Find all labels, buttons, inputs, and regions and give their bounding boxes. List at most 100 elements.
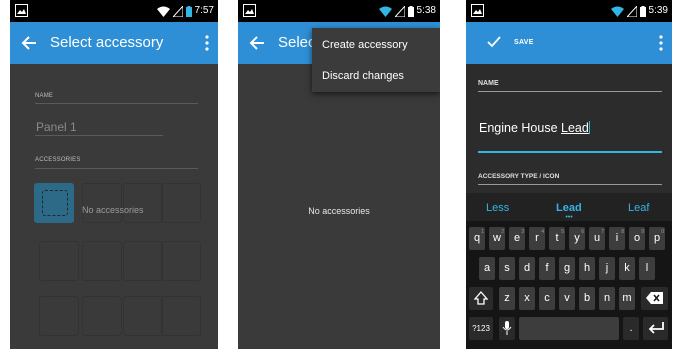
composing-word: Lead	[561, 121, 589, 135]
name-field[interactable]: Engine House Lead	[479, 121, 590, 135]
key-b[interactable]: b	[579, 287, 595, 310]
period-key[interactable]: .	[623, 317, 639, 340]
type-label: ACCESSORY TYPE / ICON	[478, 173, 560, 180]
key-l[interactable]: l	[639, 257, 655, 280]
overflow-menu-icon[interactable]	[204, 34, 210, 52]
suggestion-less[interactable]: Less	[486, 202, 509, 214]
shift-icon	[473, 291, 489, 305]
back-arrow-icon[interactable]	[248, 33, 266, 53]
key-v[interactable]: v	[559, 287, 575, 310]
key-hint-number: 1	[481, 229, 484, 235]
suggestion-strip: Less Lead ••• Leaf	[466, 193, 672, 221]
accessory-tile[interactable]	[123, 241, 163, 281]
key-m[interactable]: m	[619, 287, 635, 310]
overflow-menu-icon[interactable]	[658, 34, 664, 52]
key-o[interactable]: o9	[629, 227, 645, 250]
accessory-tile[interactable]	[161, 296, 201, 336]
status-time: 5:38	[416, 5, 436, 16]
key-q[interactable]: q1	[469, 227, 485, 250]
screen-select-menu-open: 5:38 Select Create accessory Discard cha…	[238, 0, 440, 349]
mic-icon	[502, 321, 512, 335]
signal-icon	[626, 5, 637, 17]
save-button[interactable]: SAVE	[514, 39, 534, 46]
key-s[interactable]: s	[499, 257, 515, 280]
image-icon	[471, 4, 484, 17]
status-time: 5:39	[648, 5, 668, 16]
status-bar: 5:38	[238, 0, 440, 22]
key-t[interactable]: t5	[549, 227, 565, 250]
key-d[interactable]: d	[519, 257, 535, 280]
name-label: NAME	[478, 80, 499, 87]
more-suggestions-dots-icon[interactable]: •••	[556, 214, 582, 221]
accessories-label: ACCESSORIES	[35, 157, 81, 163]
accessory-tile-selected[interactable]	[34, 183, 74, 223]
key-z[interactable]: z	[499, 287, 515, 310]
key-r[interactable]: r4	[529, 227, 545, 250]
name-label: NAME	[35, 93, 54, 99]
suggestion-leaf[interactable]: Leaf	[628, 202, 649, 214]
menu-item-create-accessory[interactable]: Create accessory	[322, 39, 408, 51]
mic-key[interactable]	[499, 317, 515, 340]
app-bar: Select accessory	[10, 22, 218, 64]
signal-icon	[172, 5, 183, 17]
key-k[interactable]: k	[619, 257, 635, 280]
accessory-tile[interactable]	[123, 183, 163, 223]
key-hint-number: 2	[501, 229, 504, 235]
back-arrow-icon[interactable]	[20, 33, 38, 53]
key-h[interactable]: h	[579, 257, 595, 280]
app-bar: SAVE	[466, 22, 672, 64]
enter-key[interactable]	[643, 317, 668, 340]
key-x[interactable]: x	[519, 287, 535, 310]
divider	[478, 91, 662, 92]
accessory-tile[interactable]	[161, 183, 201, 223]
overflow-menu: Create accessory Discard changes	[312, 28, 440, 92]
key-hint-number: 6	[581, 229, 584, 235]
no-accessories-text: No accessories	[308, 206, 370, 216]
key-n[interactable]: n	[599, 287, 615, 310]
battery-icon	[639, 5, 646, 17]
battery-icon	[407, 5, 414, 17]
accessory-tile[interactable]	[39, 296, 79, 336]
key-e[interactable]: e3	[509, 227, 525, 250]
key-hint-number: 4	[541, 229, 544, 235]
status-bar: 5:39	[466, 0, 672, 22]
spacebar[interactable]	[519, 317, 619, 340]
accessory-tile[interactable]	[161, 241, 201, 281]
accessory-tile[interactable]	[39, 241, 79, 281]
enter-icon	[648, 322, 664, 334]
key-j[interactable]: j	[599, 257, 615, 280]
image-icon	[15, 4, 28, 17]
suggestion-lead[interactable]: Lead	[556, 202, 582, 214]
key-f[interactable]: f	[539, 257, 555, 280]
wifi-icon	[156, 6, 170, 17]
menu-item-discard-changes[interactable]: Discard changes	[322, 70, 404, 82]
divider	[35, 168, 198, 169]
key-hint-number: 3	[521, 229, 524, 235]
key-hint-number: 5	[561, 229, 564, 235]
image-icon	[243, 4, 256, 17]
shift-key[interactable]	[469, 287, 493, 310]
key-u[interactable]: u7	[589, 227, 605, 250]
status-bar: 7:57	[10, 0, 218, 22]
name-field[interactable]: Panel 1	[36, 120, 77, 134]
backspace-key[interactable]	[641, 287, 668, 310]
key-hint-number: 7	[601, 229, 604, 235]
accessory-tile[interactable]	[82, 241, 122, 281]
key-y[interactable]: y6	[569, 227, 585, 250]
key-p[interactable]: p0	[649, 227, 665, 250]
check-icon[interactable]	[486, 34, 502, 50]
text-cursor	[588, 121, 590, 134]
key-g[interactable]: g	[559, 257, 575, 280]
accessory-tile[interactable]	[82, 296, 122, 336]
no-accessories-text: No accessories	[82, 205, 144, 215]
accessory-tile[interactable]	[123, 296, 163, 336]
key-w[interactable]: w2	[489, 227, 505, 250]
key-a[interactable]: a	[479, 257, 495, 280]
name-field-underline	[478, 151, 662, 153]
key-i[interactable]: i8	[609, 227, 625, 250]
accessory-tile[interactable]	[82, 183, 122, 223]
symbols-key[interactable]: ?123	[469, 317, 493, 340]
name-field-underline	[35, 135, 163, 136]
page-title: Select accessory	[50, 34, 164, 51]
key-c[interactable]: c	[539, 287, 555, 310]
